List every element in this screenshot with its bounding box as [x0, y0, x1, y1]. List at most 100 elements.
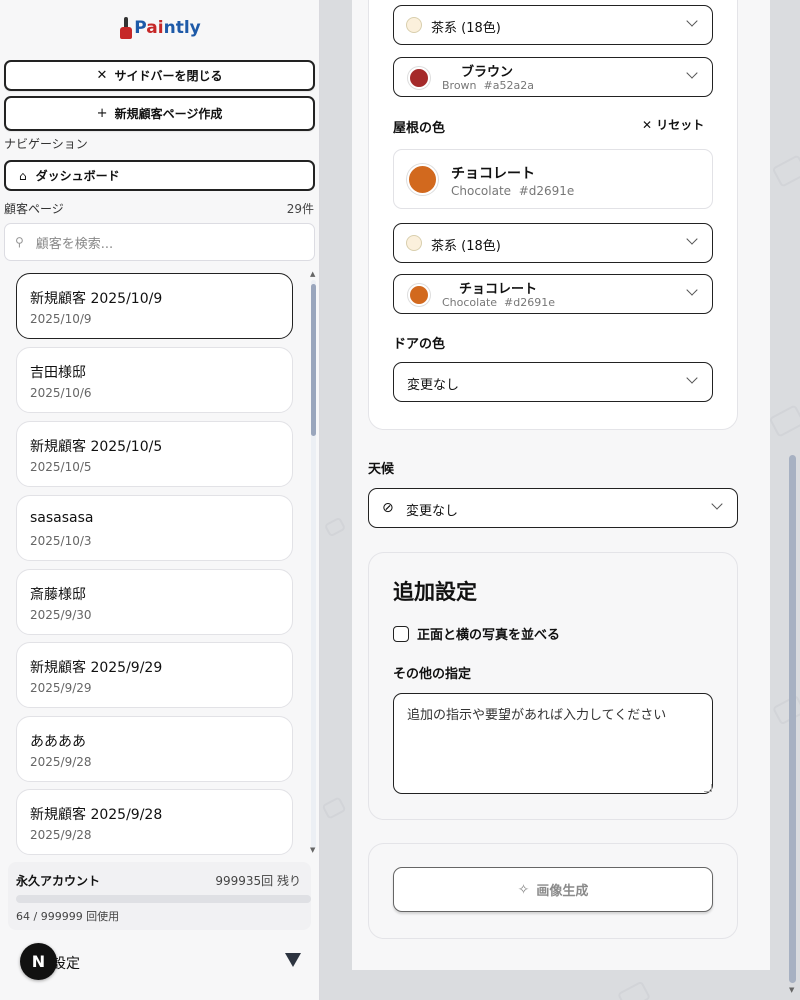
roof-color-label: 屋根の色	[393, 121, 446, 136]
generate-image-button[interactable]: ✧ 画像生成	[393, 867, 713, 912]
customer-search-input[interactable]: ⚲ 顧客を検索...	[4, 223, 315, 261]
sparkle-icon: ✧	[517, 881, 530, 898]
roof-color-family-select[interactable]: 茶系 (18色)	[393, 223, 713, 263]
customer-date: 2025/9/29	[30, 681, 92, 695]
plus-icon: +	[96, 106, 108, 121]
customer-list-item[interactable]: 新規顧客 2025/10/5 2025/10/5	[16, 421, 293, 487]
customer-list-item[interactable]: 斎藤様邸 2025/9/30	[16, 569, 293, 635]
background-pattern	[616, 980, 652, 1000]
nav-item-dashboard[interactable]: ⌂ ダッシュボード	[4, 160, 315, 191]
logo-text: Paintly	[134, 18, 201, 38]
color-name: チョコレート	[451, 166, 535, 182]
account-usage-panel: 永久アカウント 999935回 残り 64 / 999999 回使用	[8, 862, 311, 930]
chevron-down-icon	[686, 15, 698, 27]
customer-date: 2025/10/6	[30, 386, 92, 400]
customer-name: 新規顧客 2025/10/9	[30, 291, 163, 307]
main-scrollbar[interactable]: ▼	[786, 0, 800, 1000]
color-swatch	[408, 284, 430, 306]
weather-label: 天候	[368, 462, 395, 477]
color-swatch	[406, 17, 422, 33]
scrollbar-thumb[interactable]	[789, 455, 796, 983]
chevron-down-icon	[686, 372, 698, 384]
main-content: 茶系 (18色) ブラウン Brown #a52a2a 屋根の色 ✕ リセット …	[320, 0, 800, 1000]
customer-list-item[interactable]: 新規顧客 2025/9/28 2025/9/28	[16, 789, 293, 855]
customer-name: 新規顧客 2025/9/28	[30, 807, 163, 823]
color-swatch	[406, 235, 422, 251]
chevron-down-icon	[686, 284, 698, 296]
triangle-down-icon	[285, 953, 301, 967]
scroll-down-icon[interactable]: ▼	[310, 846, 315, 854]
usage-progress-bar	[16, 895, 311, 903]
paint-brush-icon	[119, 17, 133, 39]
additional-settings-title: 追加設定	[393, 580, 477, 604]
new-customer-page-button[interactable]: + 新規顧客ページ作成	[4, 96, 315, 131]
chevron-down-icon	[686, 233, 698, 245]
door-color-select[interactable]: 変更なし	[393, 362, 713, 402]
reset-label: リセット	[656, 118, 705, 132]
door-color-label: ドアの色	[393, 337, 446, 352]
navigation-heading: ナビゲーション	[4, 137, 88, 151]
close-sidebar-label: サイドバーを閉じる	[114, 69, 223, 83]
wall-color-family-select[interactable]: 茶系 (18色)	[393, 5, 713, 45]
scroll-up-icon[interactable]: ▲	[310, 270, 315, 278]
other-instructions-label: その他の指定	[393, 667, 472, 682]
background-pattern	[323, 516, 347, 538]
side-by-side-checkbox[interactable]	[393, 625, 409, 642]
chevron-down-icon	[686, 67, 698, 79]
customer-date: 2025/10/3	[30, 534, 92, 548]
generate-label: 画像生成	[536, 884, 589, 899]
search-placeholder: 顧客を検索...	[35, 236, 114, 252]
customer-list-item[interactable]: 吉田様邸 2025/10/6	[16, 347, 293, 413]
customer-name: 吉田様邸	[30, 365, 86, 381]
chevron-down-icon	[711, 498, 723, 510]
customer-list: 新規顧客 2025/10/9 2025/10/9 吉田様邸 2025/10/6 …	[0, 270, 320, 856]
resize-handle-icon[interactable]	[704, 784, 712, 792]
customer-list-item[interactable]: ああああ 2025/9/28	[16, 716, 293, 782]
scroll-down-icon[interactable]: ▼	[789, 986, 794, 994]
customer-date: 2025/9/28	[30, 828, 92, 842]
color-name: チョコレート	[459, 282, 538, 297]
color-swatch	[407, 164, 438, 195]
color-code: Chocolate #d2691e	[442, 296, 556, 309]
customer-date: 2025/10/9	[30, 312, 92, 326]
customer-date: 2025/9/28	[30, 755, 92, 769]
select-value: 茶系 (18色)	[431, 21, 501, 36]
customer-pages-heading: 顧客ページ	[4, 202, 64, 216]
scrollbar-thumb[interactable]	[311, 284, 316, 436]
account-type: 永久アカウント	[16, 874, 101, 888]
side-by-side-option[interactable]: 正面と横の写真を並べる	[393, 624, 560, 643]
remaining-count: 999935回 残り	[215, 874, 301, 888]
customer-name: 新規顧客 2025/9/29	[30, 660, 163, 676]
user-avatar[interactable]: N	[20, 943, 57, 980]
color-swatch	[408, 67, 430, 89]
roof-color-preview: チョコレート Chocolate #d2691e	[393, 149, 713, 209]
sidebar: Paintly ✕ サイドバーを閉じる + 新規顧客ページ作成 ナビゲーション …	[0, 0, 320, 1000]
sidebar-scrollbar[interactable]: ▲ ▼	[309, 270, 317, 856]
home-icon: ⌂	[19, 168, 27, 183]
new-customer-page-label: 新規顧客ページ作成	[114, 107, 223, 121]
customer-name: 斎藤様邸	[30, 587, 86, 603]
other-instructions-textarea[interactable]	[393, 693, 713, 794]
customer-list-item[interactable]: 新規顧客 2025/10/9 2025/10/9	[16, 273, 293, 339]
wall-color-select[interactable]: ブラウン Brown #a52a2a	[393, 57, 713, 97]
customer-name: sasasasa	[30, 510, 94, 526]
customer-list-item[interactable]: sasasasa 2025/10/3	[16, 495, 293, 561]
dashboard-label: ダッシュボード	[35, 169, 120, 183]
color-code: Chocolate #d2691e	[451, 184, 575, 198]
close-sidebar-button[interactable]: ✕ サイドバーを閉じる	[4, 60, 315, 91]
side-by-side-label: 正面と横の写真を並べる	[417, 628, 561, 643]
search-icon: ⚲	[15, 235, 24, 249]
color-name: ブラウン	[461, 65, 514, 80]
customer-list-item[interactable]: 新規顧客 2025/9/29 2025/9/29	[16, 642, 293, 708]
customer-name: ああああ	[30, 734, 86, 750]
select-value: 変更なし	[406, 504, 459, 519]
app-logo[interactable]: Paintly	[0, 0, 320, 56]
select-value: 変更なし	[407, 378, 460, 393]
roof-reset-button[interactable]: ✕ リセット	[642, 116, 704, 133]
settings-menu[interactable]: 設定	[16, 941, 312, 983]
x-icon: ✕	[642, 118, 653, 132]
background-pattern	[321, 796, 347, 820]
customer-date: 2025/10/5	[30, 460, 92, 474]
roof-color-select[interactable]: チョコレート Chocolate #d2691e	[393, 274, 713, 314]
weather-select[interactable]: ⊘ 変更なし	[368, 488, 738, 528]
